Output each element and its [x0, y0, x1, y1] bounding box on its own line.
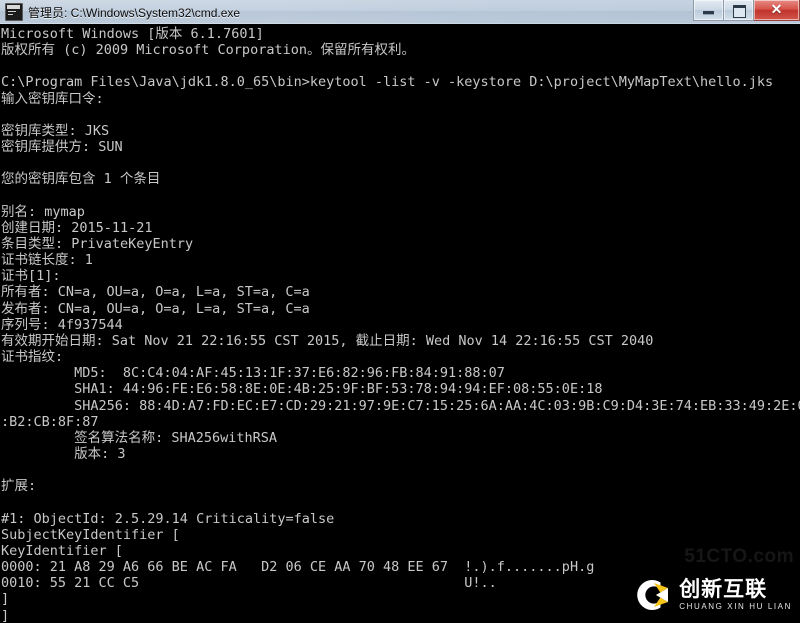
console-line: 0000: 21 A8 29 A6 66 BE AC FA D2 06 CE A… — [1, 559, 595, 576]
console-line: C:\Program Files\Java\jdk1.8.0_65\bin>ke… — [1, 74, 774, 91]
console-line: 创建日期: 2015-11-21 — [1, 219, 153, 236]
console-line: KeyIdentifier [ — [1, 542, 123, 559]
console-line: SHA1: 44:96:FE:E6:58:8E:0E:4B:25:9F:BF:5… — [1, 381, 603, 398]
console-line: 密钥库类型: JKS — [1, 122, 110, 139]
console-line: 别名: mymap — [1, 203, 85, 220]
console-line: 证书链长度: 1 — [1, 252, 93, 269]
console-line: 版权所有 (c) 2009 Microsoft Corporation。保留所有… — [1, 42, 415, 59]
console-line: ] — [1, 607, 10, 623]
console-line: ] — [1, 591, 10, 608]
cmd-window: 管理员: C:\Windows\System32\cmd.exe ✕ Micro… — [0, 0, 800, 623]
console-line: 输入密钥库口令: — [1, 90, 104, 107]
console-line: #1: ObjectId: 2.5.29.14 Criticality=fals… — [1, 510, 335, 527]
console-line: 证书指纹: — [1, 349, 64, 366]
console-line: 密钥库提供方: SUN — [1, 139, 123, 156]
restore-button[interactable] — [724, 0, 754, 21]
console-line: 证书[1]: — [1, 268, 61, 285]
close-icon: ✕ — [770, 1, 783, 17]
window-title: 管理员: C:\Windows\System32\cmd.exe — [28, 5, 241, 20]
console-line: 签名算法名称: SHA256withRSA — [1, 429, 278, 446]
window-controls: ✕ — [693, 0, 800, 22]
window-titlebar[interactable]: 管理员: C:\Windows\System32\cmd.exe ✕ — [0, 0, 800, 24]
console-line: MD5: 8C:C4:04:AF:45:13:1F:37:E6:82:96:FB… — [1, 365, 505, 382]
cmd-console-icon — [5, 3, 23, 21]
close-button[interactable]: ✕ — [754, 0, 800, 21]
minimize-button[interactable] — [693, 0, 724, 21]
console-line: 所有者: CN=a, OU=a, O=a, L=a, ST=a, C=a — [1, 284, 310, 301]
console-line: 条目类型: PrivateKeyEntry — [1, 235, 194, 252]
console-line: 有效期开始日期: Sat Nov 21 22:16:55 CST 2015, 截… — [1, 332, 654, 349]
console-line: SHA256: 88:4D:A7:FD:EC:E7:CD:29:21:97:9E… — [1, 397, 800, 414]
console-line: :B2:CB:8F:87 — [1, 413, 99, 430]
console-line: 您的密钥库包含 1 个条目 — [1, 171, 161, 188]
console-line: 序列号: 4f937544 — [1, 316, 123, 333]
console-line: SubjectKeyIdentifier [ — [1, 526, 180, 543]
console-output-area[interactable]: Microsoft Windows [版本 6.1.7601] 版权所有 (c) … — [0, 24, 800, 623]
console-line: 版本: 3 — [1, 446, 126, 462]
console-line: 0010: 55 21 CC C5 U!.. — [1, 575, 497, 592]
console-line: Microsoft Windows [版本 6.1.7601] — [1, 26, 264, 42]
console-line: 发布者: CN=a, OU=a, O=a, L=a, ST=a, C=a — [1, 300, 310, 317]
console-line: 扩展: — [1, 478, 45, 495]
